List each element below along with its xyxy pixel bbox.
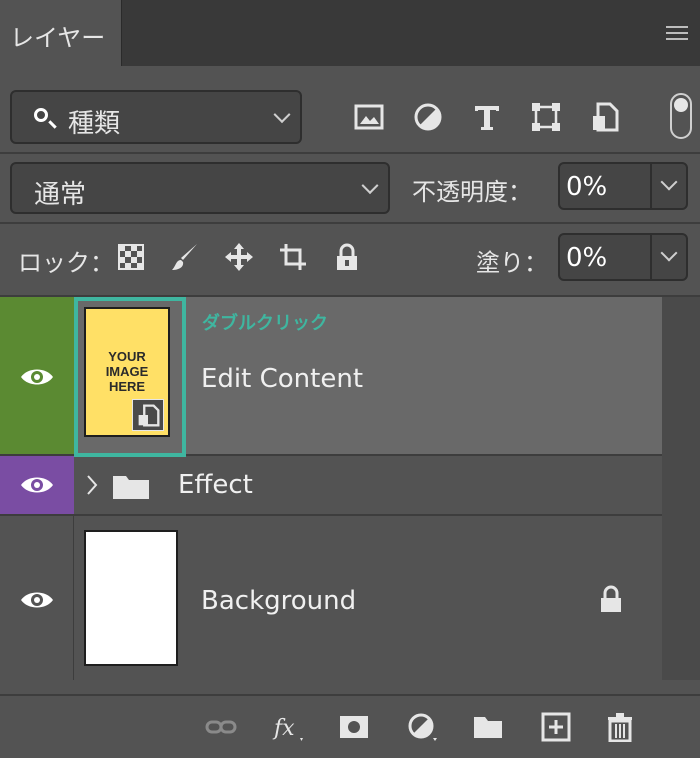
chevron-right-icon[interactable] xyxy=(86,474,98,496)
layer-name[interactable]: Background xyxy=(201,586,356,616)
fill-label: 塗り： xyxy=(476,249,548,277)
lock-transparent-pixels-icon[interactable] xyxy=(116,242,146,272)
svg-text:fx: fx xyxy=(272,716,295,741)
new-group-folder-icon[interactable] xyxy=(472,712,504,742)
opacity-field[interactable]: 0% xyxy=(558,162,688,210)
blend-mode-value: 通常 xyxy=(34,180,87,210)
folder-icon xyxy=(113,476,149,499)
add-mask-icon[interactable] xyxy=(338,712,370,742)
fill-value: 0% xyxy=(566,243,608,273)
layers-panel: レイヤー 種類 通常 不透明度： 0% ロック： 塗り： 0% YOUR IMA… xyxy=(0,0,700,758)
thumbnail-highlight-frame xyxy=(74,297,186,457)
panel-menu-icon[interactable] xyxy=(666,26,688,41)
filter-toggle[interactable] xyxy=(670,93,692,139)
visibility-toggle[interactable] xyxy=(0,297,74,454)
opacity-label: 不透明度： xyxy=(412,178,532,206)
layer-row-background[interactable]: Background xyxy=(0,516,662,680)
divider xyxy=(0,222,700,224)
new-layer-icon[interactable] xyxy=(540,712,572,742)
smart-object-filter-icon[interactable] xyxy=(590,102,620,132)
visibility-toggle[interactable] xyxy=(0,456,74,514)
layer-name[interactable]: Effect xyxy=(178,470,253,500)
layers-footer-toolbar: fx xyxy=(0,694,700,758)
divider xyxy=(0,152,700,154)
fill-dropdown-arrow[interactable] xyxy=(650,235,686,279)
panel-tab-bar: レイヤー xyxy=(0,0,700,66)
filter-kind-dropdown[interactable]: 種類 xyxy=(10,90,302,144)
fill-field[interactable]: 0% xyxy=(558,233,688,281)
double-click-annotation: ダブルクリック xyxy=(202,313,328,334)
eye-icon xyxy=(21,477,53,493)
chevron-down-icon xyxy=(273,106,291,124)
lock-icon xyxy=(601,585,621,612)
blend-mode-dropdown[interactable]: 通常 xyxy=(10,162,390,214)
link-layers-icon[interactable] xyxy=(205,712,237,742)
layers-scrollbar[interactable] xyxy=(662,297,700,680)
lock-image-pixels-brush-icon[interactable] xyxy=(170,242,200,272)
tab-layers-label: レイヤー xyxy=(10,24,106,52)
image-filter-icon[interactable] xyxy=(354,102,384,132)
eye-icon xyxy=(21,369,53,385)
adjustment-filter-icon[interactable] xyxy=(413,102,443,132)
lock-artboard-icon[interactable] xyxy=(278,242,308,272)
opacity-dropdown-arrow[interactable] xyxy=(650,164,686,208)
opacity-value: 0% xyxy=(566,172,608,202)
tab-layers[interactable]: レイヤー xyxy=(0,0,122,66)
delete-layer-trash-icon[interactable] xyxy=(604,712,636,742)
visibility-toggle[interactable] xyxy=(0,516,74,680)
layer-row-effect-group[interactable]: Effect xyxy=(0,454,662,516)
layer-name[interactable]: Edit Content xyxy=(201,364,363,394)
lock-all-icon[interactable] xyxy=(332,242,362,272)
layer-thumbnail[interactable] xyxy=(84,530,178,666)
shape-filter-icon[interactable] xyxy=(531,102,561,132)
type-filter-icon[interactable] xyxy=(472,102,502,132)
fx-layer-style-icon[interactable]: fx xyxy=(272,712,304,742)
lock-position-move-icon[interactable] xyxy=(224,242,254,272)
lock-label: ロック： xyxy=(18,249,114,277)
adjustment-layer-icon[interactable] xyxy=(406,712,438,742)
chevron-down-icon xyxy=(361,177,379,195)
filter-kind-label: 種類 xyxy=(68,109,121,139)
eye-icon xyxy=(21,592,53,608)
search-icon xyxy=(34,108,48,122)
